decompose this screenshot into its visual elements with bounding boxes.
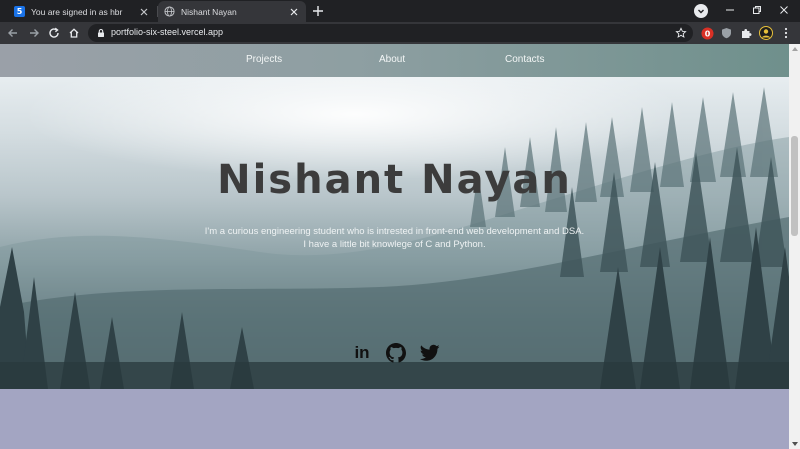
page-scrollbar[interactable] xyxy=(789,44,800,449)
twitter-icon[interactable] xyxy=(420,343,440,363)
page-viewport: Projects About Contacts Nishant Nayan I'… xyxy=(0,44,789,449)
browser-toolbar: portfolio-six-steel.vercel.app 0 xyxy=(0,22,800,44)
scroll-thumb[interactable] xyxy=(791,136,798,236)
close-window-icon[interactable] xyxy=(776,3,792,17)
avatar[interactable] xyxy=(759,26,773,40)
hero-description-line: I have a little bit knowlege of C and Py… xyxy=(303,239,486,250)
home-icon[interactable] xyxy=(67,26,81,40)
tab-title: Nishant Nayan xyxy=(181,6,237,17)
back-icon[interactable] xyxy=(6,26,20,40)
hero-name-heading: Nishant Nayan xyxy=(217,157,572,203)
tab-strip: 5 You are signed in as hbr Nishant Nayan xyxy=(0,0,800,22)
site-favicon: 5 xyxy=(14,6,25,17)
tab-signed-in[interactable]: 5 You are signed in as hbr xyxy=(8,1,156,22)
bookmark-star-icon[interactable] xyxy=(675,27,687,39)
site-navbar: Projects About Contacts xyxy=(0,44,789,77)
extension-red-icon[interactable]: 0 xyxy=(700,26,714,40)
nav-link-projects[interactable]: Projects xyxy=(246,54,282,65)
scroll-up-icon[interactable] xyxy=(792,47,798,51)
shield-icon[interactable] xyxy=(719,26,733,40)
hero-section: Nishant Nayan I'm a curious engineering … xyxy=(0,77,789,389)
tab-search-icon[interactable] xyxy=(694,4,708,18)
github-icon[interactable] xyxy=(386,343,406,363)
tab-title: You are signed in as hbr xyxy=(31,6,123,17)
hero-description: I'm a curious engineering student who is… xyxy=(0,225,789,251)
svg-text:0: 0 xyxy=(704,29,710,38)
lower-section xyxy=(0,389,789,449)
scroll-down-icon[interactable] xyxy=(792,442,798,446)
puzzle-icon[interactable] xyxy=(739,26,753,40)
nav-link-about[interactable]: About xyxy=(379,54,405,65)
globe-icon xyxy=(164,6,175,17)
address-bar[interactable]: portfolio-six-steel.vercel.app xyxy=(88,24,693,42)
reload-icon[interactable] xyxy=(47,26,61,40)
lock-icon[interactable] xyxy=(96,28,106,38)
tab-nishant-nayan[interactable]: Nishant Nayan xyxy=(158,1,306,22)
linkedin-glyph: in xyxy=(354,343,370,362)
minimize-icon[interactable] xyxy=(722,3,738,17)
forward-icon[interactable] xyxy=(27,26,41,40)
social-links: in xyxy=(352,343,440,363)
url-text: portfolio-six-steel.vercel.app xyxy=(111,27,224,37)
hero-description-line: I'm a curious engineering student who is… xyxy=(204,226,585,237)
close-icon[interactable] xyxy=(288,6,300,18)
nav-link-contacts[interactable]: Contacts xyxy=(505,54,544,65)
restore-icon[interactable] xyxy=(749,3,765,17)
close-icon[interactable] xyxy=(138,6,150,18)
new-tab-icon[interactable] xyxy=(311,4,325,18)
linkedin-icon[interactable]: in xyxy=(352,343,372,363)
menu-kebab-icon[interactable] xyxy=(779,26,793,40)
